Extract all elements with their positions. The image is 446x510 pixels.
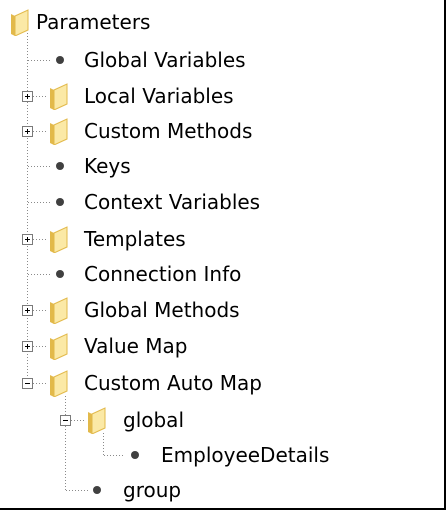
- tree-node-label: EmployeeDetails: [161, 443, 330, 467]
- tree-node-label: Value Map: [84, 334, 188, 358]
- expand-toggle[interactable]: [22, 234, 33, 245]
- tree-node-value-map[interactable]: Value Map: [0, 329, 300, 363]
- tree-node-label: Context Variables: [84, 190, 261, 214]
- tree-node-group[interactable]: group: [0, 473, 300, 507]
- expand-toggle[interactable]: [22, 126, 33, 137]
- bullet-icon: [56, 270, 64, 278]
- bullet-icon: [93, 486, 101, 494]
- folder-icon: [50, 370, 68, 397]
- tree-node-global-methods[interactable]: Global Methods: [0, 293, 300, 327]
- folder-icon: [88, 407, 106, 434]
- tree-node-label: Custom Methods: [84, 119, 253, 143]
- tree-node-custom-methods[interactable]: Custom Methods: [0, 114, 300, 148]
- tree-node-label: Local Variables: [84, 84, 234, 108]
- tree-node-keys[interactable]: Keys: [0, 149, 300, 183]
- tree-node-label: global: [123, 408, 184, 432]
- tree-node-local-variables[interactable]: Local Variables: [0, 79, 300, 113]
- tree-node-employeedetails[interactable]: EmployeeDetails: [0, 438, 360, 472]
- collapse-toggle[interactable]: [22, 378, 33, 389]
- tree-node-label: group: [123, 478, 182, 502]
- tree-node-templates[interactable]: Templates: [0, 222, 300, 256]
- tree-node-global[interactable]: global: [0, 403, 300, 437]
- folder-icon: [50, 83, 68, 110]
- folder-icon: [50, 297, 68, 324]
- tree-node-label: Keys: [84, 154, 131, 178]
- tree-node-label: Global Variables: [84, 48, 246, 72]
- tree-node-custom-auto-map[interactable]: Custom Auto Map: [0, 366, 300, 400]
- folder-icon: [50, 226, 68, 253]
- tree-node-label: Templates: [84, 227, 186, 251]
- folder-icon: [50, 333, 68, 360]
- expand-toggle[interactable]: [22, 305, 33, 316]
- bullet-icon: [56, 198, 64, 206]
- tree-node-label: Custom Auto Map: [84, 371, 262, 395]
- tree-node-global-variables[interactable]: Global Variables: [0, 43, 300, 77]
- folder-icon: [11, 9, 29, 36]
- expand-toggle[interactable]: [22, 91, 33, 102]
- tree-node-label: Global Methods: [84, 298, 240, 322]
- tree-node-parameters[interactable]: Parameters: [0, 5, 300, 39]
- tree-node-context-variables[interactable]: Context Variables: [0, 185, 300, 219]
- tree-node-label: Connection Info: [84, 262, 242, 286]
- bullet-icon: [131, 451, 139, 459]
- tree-node-label: Parameters: [36, 10, 151, 34]
- expand-toggle[interactable]: [22, 341, 33, 352]
- bullet-icon: [56, 162, 64, 170]
- parameters-tree-panel: Parameters Global Variables Local Variab…: [0, 0, 446, 510]
- collapse-toggle[interactable]: [60, 415, 71, 426]
- bullet-icon: [56, 56, 64, 64]
- folder-icon: [50, 118, 68, 145]
- tree-node-connection-info[interactable]: Connection Info: [0, 257, 300, 291]
